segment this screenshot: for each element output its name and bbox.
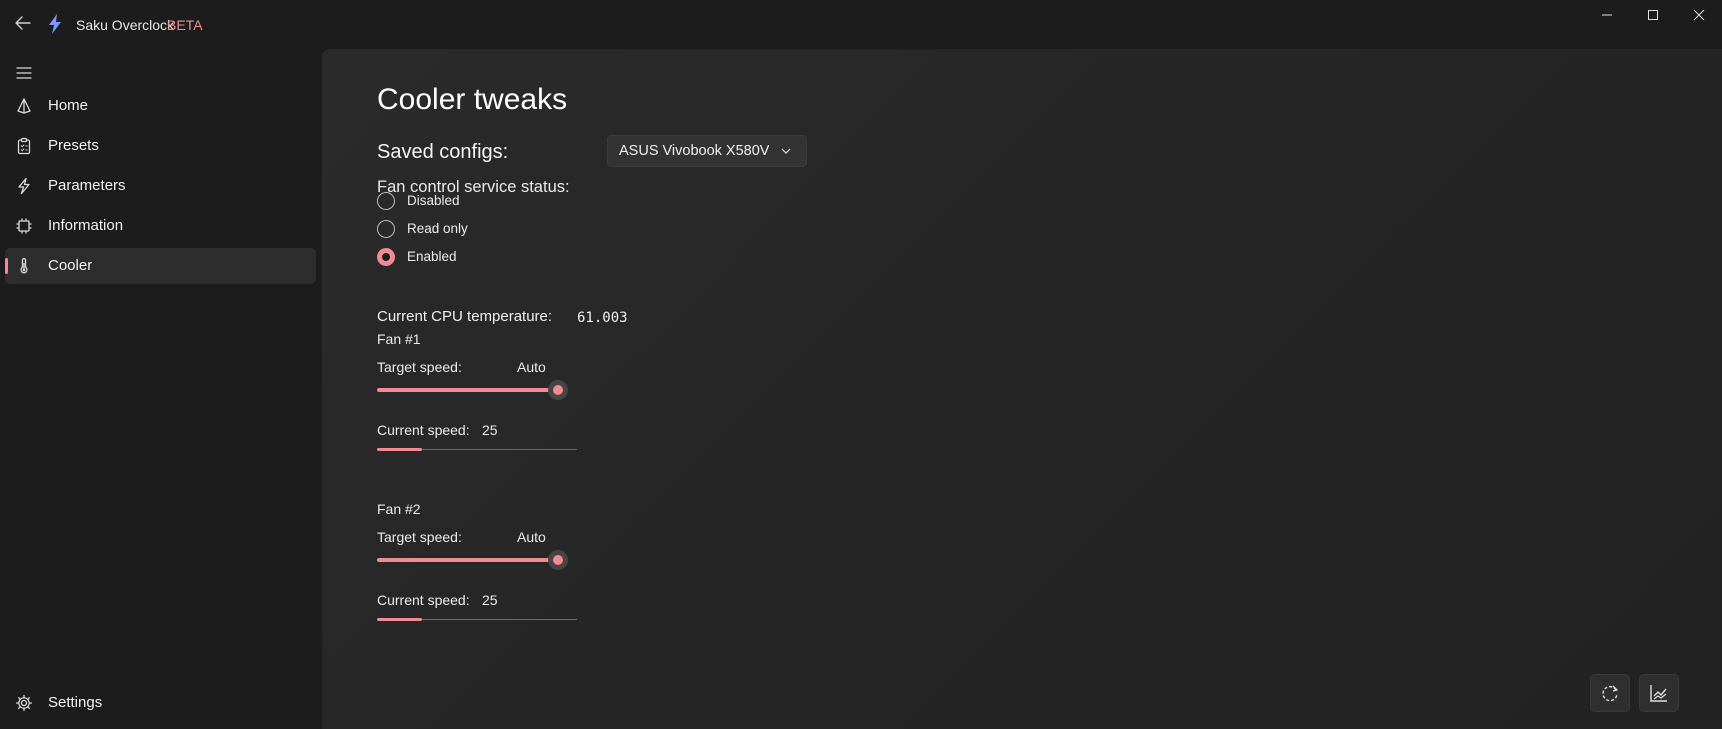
cpu-temperature-label: Current CPU temperature: xyxy=(377,308,553,325)
selection-indicator xyxy=(5,258,8,274)
chart-button[interactable] xyxy=(1639,674,1679,712)
progress-fill xyxy=(377,618,422,621)
title-bar: Saku Overclock BETA xyxy=(0,0,1722,48)
fan-1-target-speed-slider[interactable] xyxy=(377,379,577,400)
fan-2-current-speed-bar xyxy=(377,618,577,621)
fan-1-current-speed-label: Current speed: xyxy=(377,422,470,438)
fan-1-current-speed-bar xyxy=(377,448,577,451)
saved-configs-label: Saved configs: xyxy=(377,141,509,163)
slider-track xyxy=(377,388,559,392)
radio-label: Read only xyxy=(407,221,468,236)
gear-icon xyxy=(15,694,33,712)
close-button[interactable] xyxy=(1676,5,1722,25)
sidebar-item-home[interactable]: Home xyxy=(5,88,316,124)
fan-2-title: Fan #2 xyxy=(377,501,421,517)
refresh-button[interactable] xyxy=(1590,674,1630,712)
slider-track xyxy=(377,558,559,562)
radio-circle xyxy=(377,220,395,238)
fan-2-current-speed-value: 25 xyxy=(482,592,498,608)
fan-2-target-speed-value: Auto xyxy=(517,529,546,545)
clipboard-icon xyxy=(15,137,33,155)
slider-thumb[interactable] xyxy=(548,380,568,400)
sidebar-item-cooler[interactable]: Cooler xyxy=(5,248,316,284)
fan-2-current-speed-label: Current speed: xyxy=(377,592,470,608)
menu-toggle-button[interactable] xyxy=(14,63,34,83)
chip-icon xyxy=(15,217,33,235)
minimize-button[interactable] xyxy=(1584,5,1630,25)
slider-thumb[interactable] xyxy=(548,550,568,570)
fan-1-title: Fan #1 xyxy=(377,331,421,347)
cpu-temperature-value: 61.003 xyxy=(577,310,628,326)
fan-1-target-speed-value: Auto xyxy=(517,359,546,375)
app-beta-badge: BETA xyxy=(167,17,203,33)
main-content: Cooler tweaks Saved configs: ASUS Vivobo… xyxy=(322,49,1722,729)
radio-enabled[interactable]: Enabled xyxy=(377,248,517,270)
radio-disabled[interactable]: Disabled xyxy=(377,192,517,214)
saved-configs-value: ASUS Vivobook X580VD xyxy=(619,143,769,159)
sidebar-item-presets[interactable]: Presets xyxy=(5,128,316,164)
sidebar-item-label: Information xyxy=(48,217,124,234)
chart-icon xyxy=(1650,685,1667,702)
lightning-icon xyxy=(15,177,33,195)
sidebar-item-settings[interactable]: Settings xyxy=(5,685,316,721)
radio-label: Enabled xyxy=(407,249,457,264)
radio-read-only[interactable]: Read only xyxy=(377,220,517,242)
sidebar-item-label: Cooler xyxy=(48,257,93,274)
sidebar-item-parameters[interactable]: Parameters xyxy=(5,168,316,204)
fan-1-target-speed-label: Target speed: xyxy=(377,359,462,375)
progress-fill xyxy=(377,448,422,451)
close-icon xyxy=(1693,9,1705,21)
app-title: Saku Overclock xyxy=(76,17,175,33)
sidebar-item-information[interactable]: Information xyxy=(5,208,316,244)
sidebar-item-label: Home xyxy=(48,97,89,114)
sidebar-item-label: Parameters xyxy=(48,177,126,194)
maximize-button[interactable] xyxy=(1630,5,1676,25)
app-logo-icon xyxy=(48,14,62,34)
sidebar-item-label: Presets xyxy=(48,137,99,154)
home-icon xyxy=(15,97,33,115)
sidebar-item-label: Settings xyxy=(48,694,103,711)
minimize-icon xyxy=(1602,14,1612,16)
radio-label: Disabled xyxy=(407,193,460,208)
fan-1-current-speed-value: 25 xyxy=(482,422,498,438)
back-button[interactable] xyxy=(12,12,34,34)
hamburger-icon xyxy=(16,67,32,79)
fan-2-target-speed-label: Target speed: xyxy=(377,529,462,545)
radio-circle xyxy=(377,192,395,210)
maximize-icon xyxy=(1648,10,1658,20)
back-arrow-icon xyxy=(15,16,31,30)
chevron-down-icon xyxy=(781,148,791,154)
radio-circle xyxy=(377,248,395,266)
thermometer-icon xyxy=(15,257,33,275)
fan-2-target-speed-slider[interactable] xyxy=(377,549,577,570)
refresh-icon xyxy=(1602,685,1618,702)
page-title: Cooler tweaks xyxy=(377,83,568,116)
sidebar: Home Presets Parameters Information Cool… xyxy=(0,48,322,729)
saved-configs-dropdown[interactable]: ASUS Vivobook X580VD xyxy=(607,135,807,167)
